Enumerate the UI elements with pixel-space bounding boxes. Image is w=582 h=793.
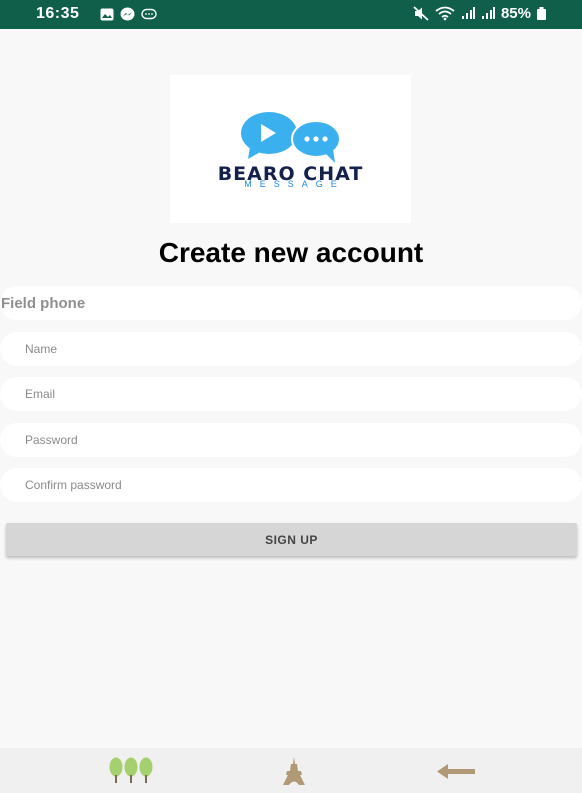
bottom-nav	[0, 748, 582, 793]
chat-bubble-icon	[141, 8, 157, 20]
messenger-icon	[120, 7, 135, 21]
eiffel-tower-icon[interactable]	[278, 756, 310, 786]
sign-up-button[interactable]: SIGN UP	[6, 523, 577, 556]
chat-bubbles-icon	[241, 112, 341, 163]
system-icons: 85%	[413, 5, 546, 22]
phone-field[interactable]	[0, 286, 582, 320]
signal-icon-1	[461, 7, 475, 19]
gallery-icon	[100, 8, 114, 21]
email-field[interactable]	[0, 377, 582, 411]
wifi-icon	[435, 6, 455, 21]
signal-icon-2	[481, 7, 495, 19]
confirm-password-field[interactable]	[0, 468, 582, 502]
name-field[interactable]	[0, 332, 582, 366]
status-bar: 16:35 85%	[0, 0, 582, 29]
app-logo: BEARO CHAT MESSAGE	[170, 75, 411, 223]
logo-subtitle: MESSAGE	[244, 179, 345, 189]
mute-icon	[413, 6, 429, 21]
back-arrow-icon[interactable]	[436, 756, 476, 786]
battery-icon	[537, 7, 546, 20]
notification-icons	[100, 7, 157, 22]
page-title: Create new account	[158, 237, 424, 268]
password-field[interactable]	[0, 423, 582, 457]
status-time: 16:35	[36, 5, 80, 22]
battery-percent: 85%	[500, 5, 531, 22]
trees-icon[interactable]	[108, 756, 154, 786]
